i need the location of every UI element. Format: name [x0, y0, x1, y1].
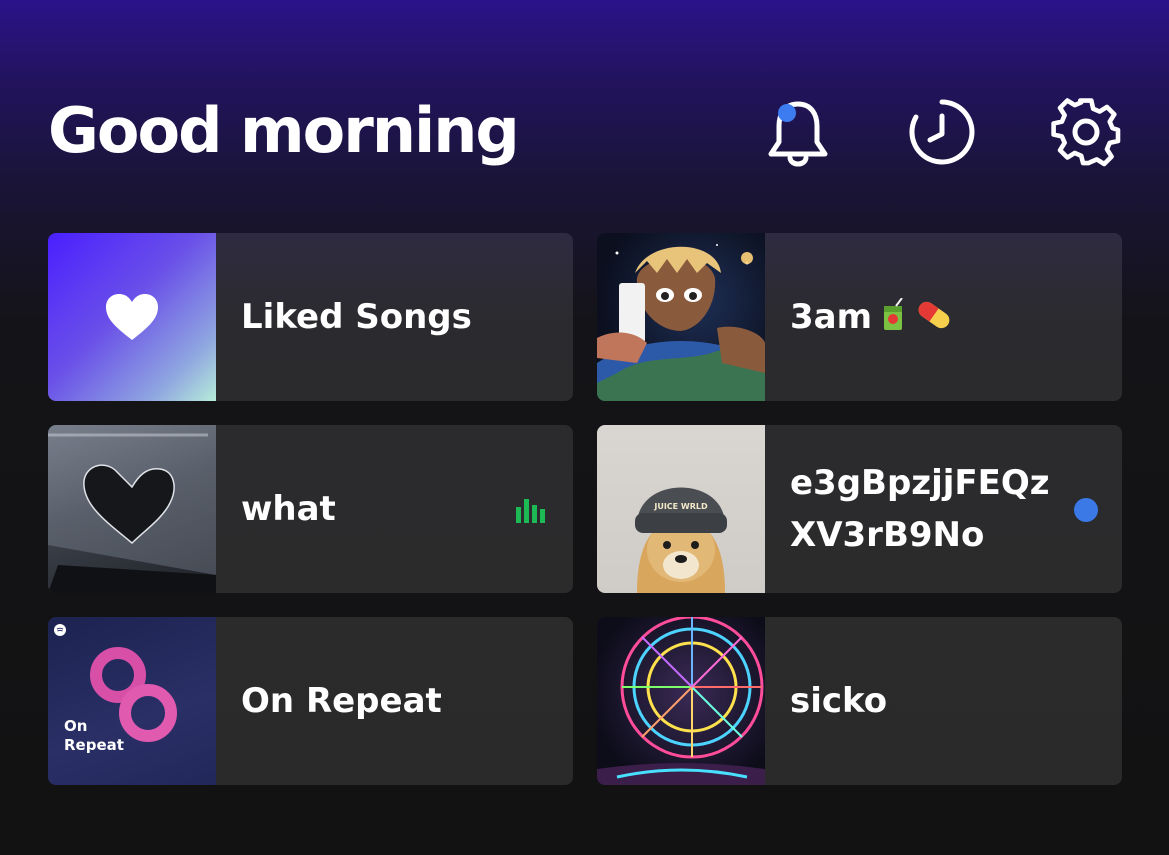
- notifications-button[interactable]: [760, 92, 836, 172]
- tile-sicko[interactable]: sicko: [597, 617, 1122, 785]
- tile-label: what: [241, 489, 336, 529]
- beanie-text: JUICE WRLD: [653, 502, 708, 511]
- settings-button[interactable]: [1048, 92, 1124, 172]
- greeting-title: Good morning: [48, 94, 520, 167]
- tile-label: On Repeat: [241, 681, 442, 721]
- album-illustration: On Repeat: [54, 624, 177, 754]
- settings-icon: [1051, 98, 1121, 167]
- tile-on-repeat[interactable]: On Repeat On Repeat: [48, 617, 573, 785]
- doge-beanie-art: JUICE WRLD: [597, 425, 765, 593]
- tile-liked-songs[interactable]: Liked Songs: [48, 233, 573, 401]
- album-illustration: [48, 425, 216, 593]
- notification-dot: [778, 104, 796, 122]
- recently-played-button[interactable]: [904, 92, 980, 172]
- tile-e3g-playlist[interactable]: JUICE WRLD e3gBpzjjFEQzXV3rB9No: [597, 425, 1122, 593]
- album-illustration: [597, 617, 765, 785]
- liked-songs-art: [48, 233, 216, 401]
- header: Good morning: [48, 92, 1123, 182]
- pill-emoji: [918, 301, 950, 329]
- tile-label-text: 3am: [790, 297, 873, 337]
- svg-text:Repeat: Repeat: [64, 736, 124, 754]
- tile-3am[interactable]: 3am: [597, 233, 1122, 401]
- on-repeat-art: On Repeat: [48, 617, 216, 785]
- album-illustration: JUICE WRLD: [635, 487, 727, 593]
- history-icon: [909, 99, 975, 165]
- heart-icon: [106, 294, 158, 340]
- tile-label: e3gBpzjjFEQzXV3rB9No: [790, 463, 1050, 555]
- juice-wrld-earth-art: [597, 233, 765, 401]
- tile-label: Liked Songs: [241, 297, 472, 337]
- shortcut-grid: Liked Songs 3am what JUICE WRLD e3gBpzjj…: [48, 233, 1122, 785]
- tile-label: sicko: [790, 681, 888, 721]
- tile-what[interactable]: what: [48, 425, 573, 593]
- svg-text:On: On: [64, 717, 87, 735]
- broken-heart-window-art: [48, 425, 216, 593]
- now-playing-equalizer-icon: [516, 499, 545, 523]
- unread-dot: [1074, 498, 1098, 522]
- album-illustration: [597, 244, 765, 401]
- tile-label: 3am: [790, 291, 954, 343]
- juice-box-emoji: [884, 298, 903, 330]
- bell-icon: [768, 101, 828, 167]
- ferris-wheel-art: [597, 617, 765, 785]
